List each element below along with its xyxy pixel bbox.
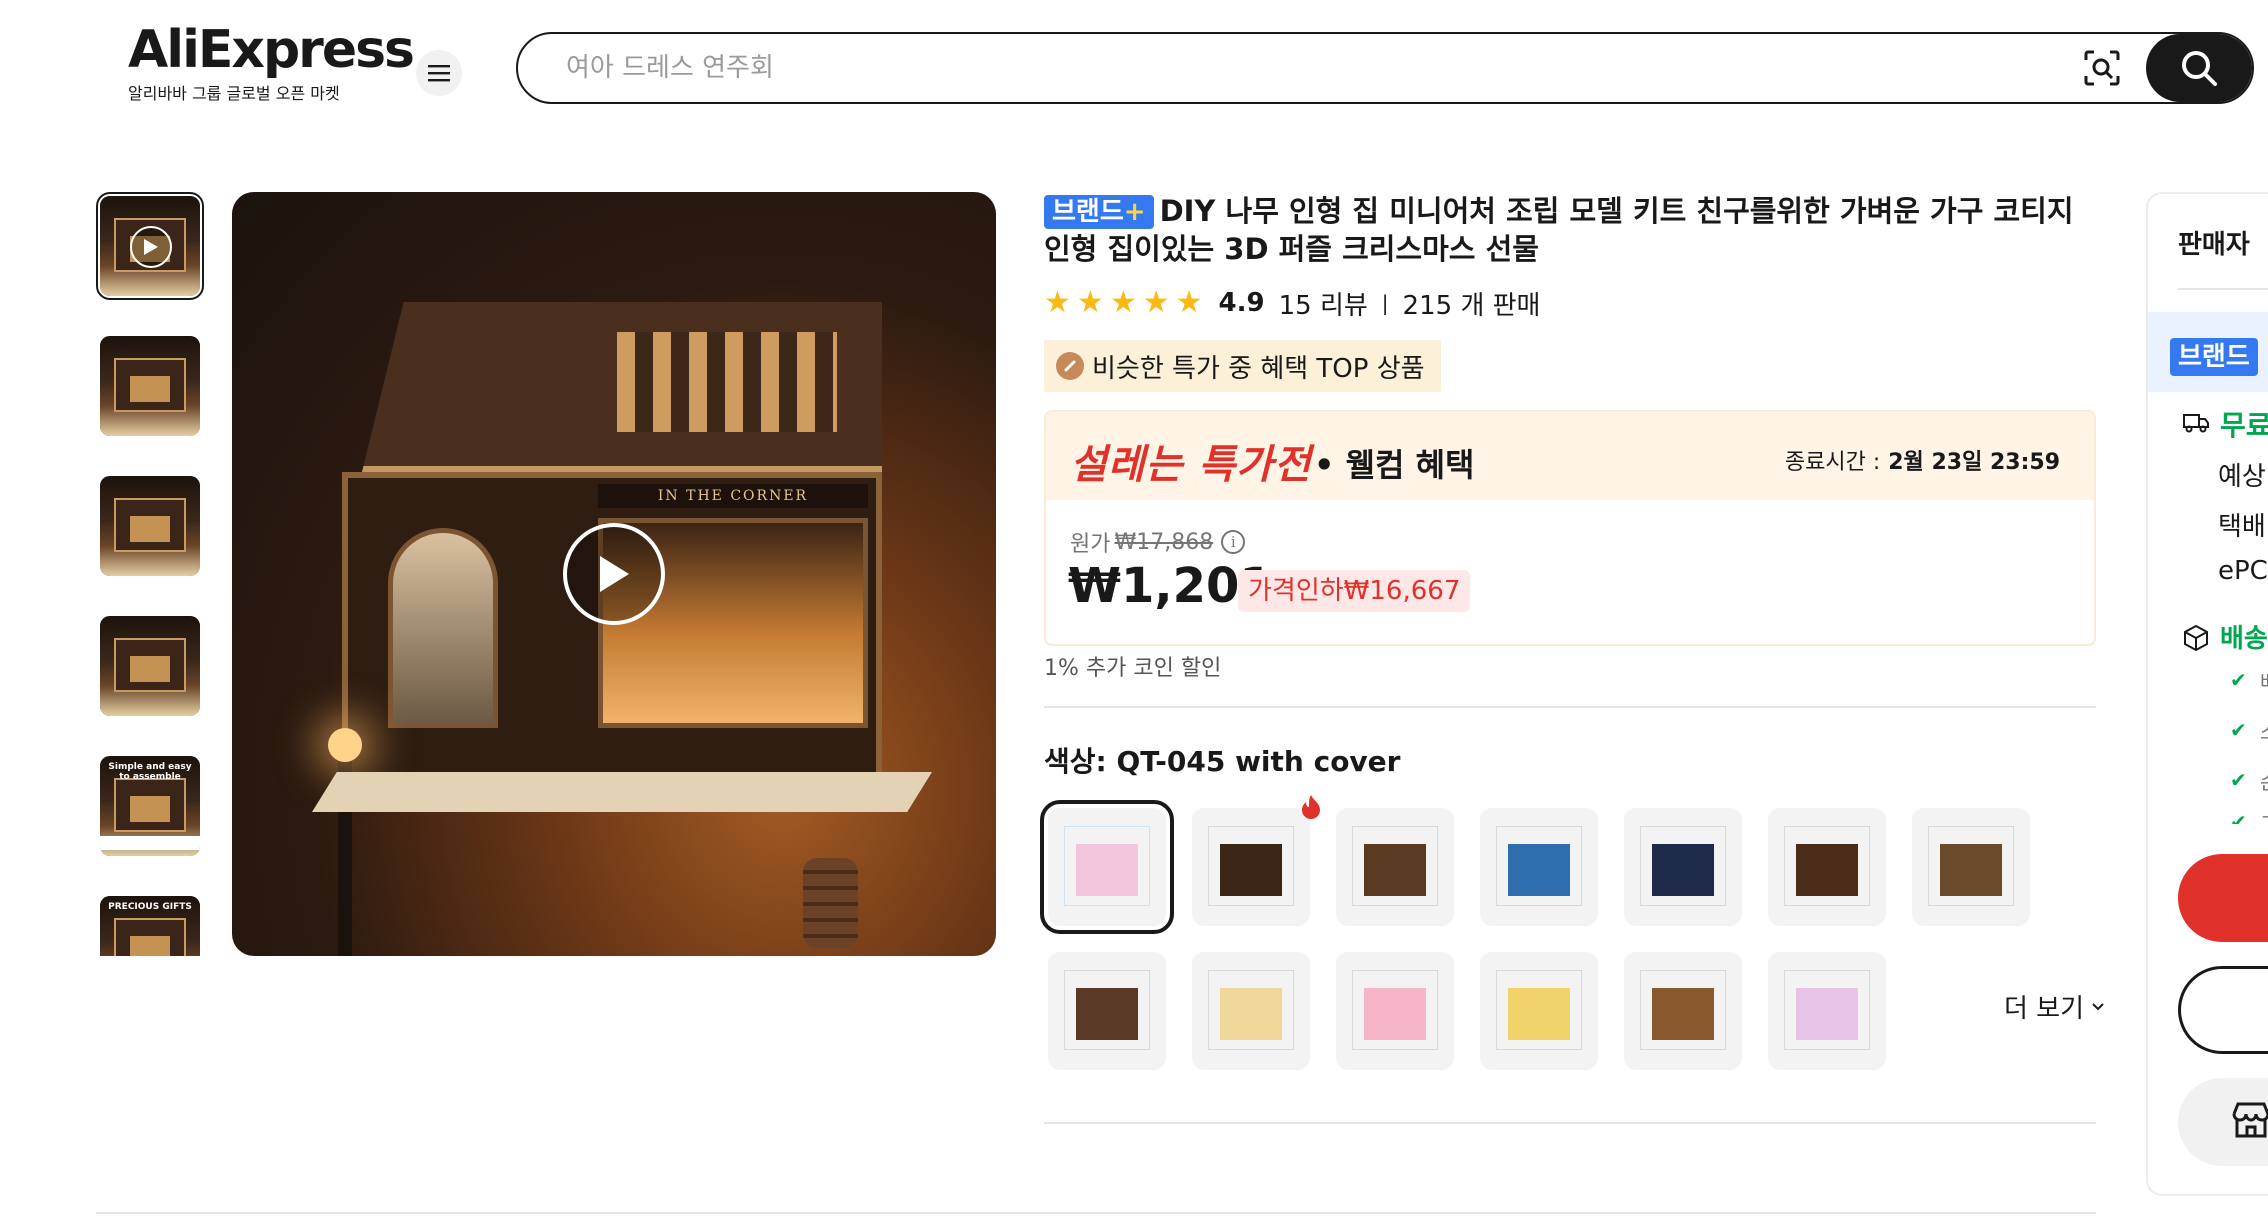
thumbnail-caption: Simple and easy to assemble [108,762,192,782]
divider [1044,706,2096,708]
package-icon [2184,624,2208,652]
delivery-benefit: 배 [2260,666,2268,695]
original-price: ₩17,868 [1114,529,1214,555]
divider [1044,1122,2096,1124]
star-icon: ★ [1142,285,1170,320]
logo-tagline: 알리바바 그룹 글로벌 오픈 마켓 [128,84,340,103]
search-input[interactable] [564,48,1964,88]
info-icon[interactable]: i [1221,530,1246,554]
deal-card: 설레는 특가전 • 웰컴 혜택 종료시간 :2월 23일 23:59 원가 ₩1… [1044,410,2096,646]
rating-row: ★ ★ ★ ★ ★ 4.9 15 리뷰 | 215 개 판매 [1044,285,1541,322]
thumbnail-image[interactable] [100,336,200,436]
menu-button[interactable] [416,50,462,96]
color-swatch[interactable] [1624,952,1742,1070]
add-to-cart-button[interactable] [2178,966,2268,1054]
thumbnail-list: Simple and easy to assemble PRECIOUS GIF… [96,192,206,956]
coin-discount-text: 1% 추가 코인 할인 [1044,656,1222,681]
color-swatch[interactable] [1040,800,1174,934]
delivery-benefit: 손 [2260,766,2268,795]
star-icon: ★ [1076,285,1104,320]
divider [2178,288,2268,290]
seller-panel: 판매자 브랜드 무료 예상 택배 ePC 배송 ✔ 배 ✔ 소 ✔ 손 ✔ 고 [2146,192,2268,1196]
deal-end-time: 종료시간 :2월 23일 23:59 [1784,450,2060,475]
shipping-line: ePC [2218,556,2268,586]
color-swatch[interactable] [1336,808,1454,926]
search-button[interactable] [2146,34,2252,102]
color-swatch[interactable] [1912,808,2030,926]
thumbnail-image[interactable]: Simple and easy to assemble [100,756,200,856]
more-options-label: 더 보기 [2004,994,2085,1024]
color-swatch[interactable] [1480,952,1598,1070]
logo-wordmark: AliExpress [128,20,415,80]
main-product-image[interactable]: IN THE CORNER [232,192,996,956]
thumbnail-video[interactable] [96,192,204,300]
check-icon: ✔ [2230,810,2247,824]
check-icon: ✔ [2230,718,2247,742]
color-swatch[interactable] [1048,952,1166,1070]
color-label: 색상: QT-045 with cover [1044,745,1401,778]
check-icon: ✔ [2230,768,2247,792]
free-shipping-title: 무료 [2220,409,2268,442]
delivery-benefit: 고 [2260,808,2268,822]
color-swatch[interactable] [1768,808,1886,926]
brand-plus-badge: 브랜드+ [1044,195,1154,229]
seller-title: 판매자 [2178,230,2250,260]
buy-now-button[interactable] [2178,854,2268,942]
price-drop-badge: 가격인하₩16,667 [1238,570,1471,612]
aliexpress-logo[interactable]: AliExpress 알리바바 그룹 글로벌 오픈 마켓 [128,20,415,104]
rating-value: 4.9 [1218,288,1265,318]
video-play-button[interactable] [563,523,665,625]
delivery-title: 배송 [2220,624,2268,654]
shipping-line: 예상 [2218,462,2266,492]
star-icon: ★ [1109,285,1137,320]
image-search-button[interactable] [2078,44,2126,92]
reviews-link[interactable]: 15 리뷰 [1279,285,1368,322]
thumbnail-image[interactable] [100,476,200,576]
color-swatch[interactable] [1624,808,1742,926]
medal-icon [1056,352,1084,380]
star-icon: ★ [1175,285,1203,320]
color-swatch[interactable] [1768,952,1886,1070]
shop-sign: IN THE CORNER [598,484,868,508]
color-swatch[interactable] [1480,808,1598,926]
sold-count: 215 개 판매 [1402,290,1541,321]
play-icon [600,556,629,592]
thumbnail-image[interactable] [100,616,200,716]
search-bar [516,32,2254,104]
deal-subtitle: • 웰컴 혜택 [1314,446,1475,484]
deal-header: 설레는 특가전 • 웰컴 혜택 종료시간 :2월 23일 23:59 [1046,412,2094,500]
camera-search-icon [2084,50,2120,86]
deal-name: 설레는 특가전 [1070,442,1312,488]
color-swatch[interactable] [1192,952,1310,1070]
store-button[interactable] [2178,1078,2268,1166]
chevron-down-icon [2092,1002,2104,1010]
thumbnail-caption: PRECIOUS GIFTS [108,902,192,912]
more-options-button[interactable]: 더 보기 [2004,988,2106,1025]
star-icon: ★ [1044,285,1071,320]
seller-brand-badge: 브랜드 [2170,338,2258,376]
color-swatch[interactable] [1192,808,1310,926]
original-price-label: 원가 [1070,532,1111,557]
separator: | [1381,291,1389,315]
top-deal-label: 비슷한 특가 중 혜택 TOP 상품 [1092,353,1425,384]
thumbnail-image[interactable]: PRECIOUS GIFTS [100,896,200,956]
search-icon [2182,51,2217,86]
check-icon: ✔ [2230,668,2247,692]
hamburger-icon [428,65,450,82]
product-title: 브랜드+ DIY 나무 인형 집 미니어처 조립 모델 키트 친구를위한 가벼운 … [1044,194,2074,266]
delivery-benefit: 소 [2260,716,2268,745]
hot-fire-icon [1300,794,1322,825]
section-divider [96,1212,2096,1214]
color-swatch[interactable] [1336,952,1454,1070]
play-icon [130,226,172,268]
shipping-line: 택배 [2218,512,2266,542]
top-deal-badge[interactable]: 비슷한 특가 중 혜택 TOP 상품 [1044,340,1441,392]
truck-icon [2183,414,2209,433]
original-price-row: 원가 ₩17,868 i [1070,526,1246,558]
store-icon [2232,1102,2268,1138]
